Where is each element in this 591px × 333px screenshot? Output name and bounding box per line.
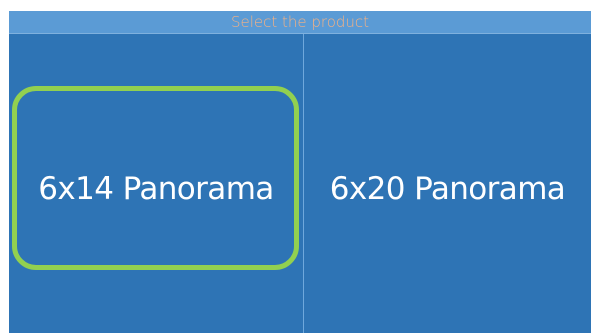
page-title: Select the product xyxy=(230,13,370,31)
header-bar: Select the product xyxy=(9,11,591,34)
product-tile-6x14-panorama[interactable]: 6x14 Panorama xyxy=(9,34,303,333)
product-tile-6x20-panorama[interactable]: 6x20 Panorama xyxy=(304,34,591,333)
product-label: 6x14 Panorama xyxy=(38,171,274,207)
product-selection-screen: Select the product 6x14 Panorama 6x20 Pa… xyxy=(9,11,591,333)
product-label: 6x20 Panorama xyxy=(329,171,566,207)
